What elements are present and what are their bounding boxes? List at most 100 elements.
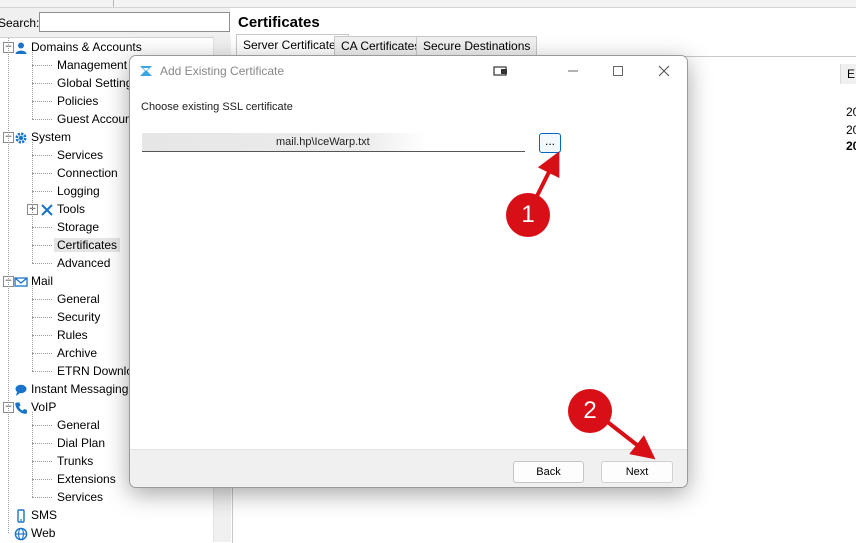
tree-item-services[interactable]: Services bbox=[57, 146, 103, 164]
tree-item-label: Domains & Accounts bbox=[31, 40, 142, 54]
tab-server-certificates[interactable]: Server Certificates bbox=[236, 34, 349, 56]
tree-connector bbox=[32, 83, 52, 84]
tree-item-label: System bbox=[31, 130, 72, 144]
tree-guide-line bbox=[32, 142, 33, 263]
tree-connector bbox=[32, 173, 52, 174]
tree-item-domains-accounts[interactable]: Domains & Accounts bbox=[14, 38, 142, 56]
tree-item-instant-messaging[interactable]: Instant Messaging bbox=[14, 380, 128, 398]
tree-item-certificates[interactable]: Certificates bbox=[54, 236, 121, 254]
phone-icon bbox=[14, 401, 28, 415]
tree-item-label: Tools bbox=[57, 202, 86, 216]
annotation-badge-1: 1 bbox=[506, 193, 550, 237]
certificate-path-field[interactable]: mail.hp\IceWarp.txt bbox=[142, 133, 525, 152]
dialog-footer: Back Next bbox=[130, 449, 687, 487]
dialog-titlebar: Add Existing Certificate bbox=[130, 56, 687, 86]
tree-connector bbox=[32, 299, 52, 300]
tree-item-label: Certificates bbox=[54, 238, 121, 252]
tree-item-label: Policies bbox=[57, 94, 99, 108]
tree-item-label: Management bbox=[57, 58, 128, 72]
tree-item-label: Logging bbox=[57, 184, 100, 198]
screen-icon[interactable] bbox=[493, 65, 509, 77]
tree-item-label: Services bbox=[57, 490, 104, 504]
tree-connector bbox=[32, 425, 52, 426]
tree-item-label: General bbox=[57, 292, 100, 306]
search-input[interactable] bbox=[39, 12, 230, 32]
tree-item-label: Global Settings bbox=[57, 76, 139, 90]
browse-button[interactable]: ... bbox=[539, 133, 561, 153]
user-icon bbox=[14, 41, 28, 55]
choose-certificate-label: Choose existing SSL certificate bbox=[141, 101, 293, 113]
column-header[interactable]: E bbox=[840, 64, 856, 84]
tree-item-label: Instant Messaging bbox=[31, 382, 129, 396]
tree-item-rules[interactable]: Rules bbox=[57, 326, 88, 344]
maximize-button[interactable] bbox=[595, 56, 641, 86]
tree-item-general[interactable]: General bbox=[57, 416, 100, 434]
tree-guide-line bbox=[32, 412, 33, 497]
gear-icon bbox=[14, 131, 28, 145]
search-label: Search: bbox=[0, 16, 40, 30]
tree-connector bbox=[32, 317, 52, 318]
list-cell: 20 bbox=[846, 123, 856, 137]
divider bbox=[113, 0, 114, 7]
mail-icon bbox=[14, 275, 28, 289]
globe-icon bbox=[14, 527, 28, 541]
tree-item-security[interactable]: Security bbox=[57, 308, 100, 326]
tree-item-connection[interactable]: Connection bbox=[57, 164, 118, 182]
tree-connector bbox=[32, 443, 52, 444]
tree-item-services[interactable]: Services bbox=[57, 488, 103, 506]
tree-connector bbox=[32, 461, 52, 462]
tree-item-archive[interactable]: Archive bbox=[57, 344, 97, 362]
tree-item-extensions[interactable]: Extensions bbox=[57, 470, 116, 488]
list-cell: 20 bbox=[846, 139, 856, 153]
tree-item-voip[interactable]: VoIP bbox=[14, 398, 56, 416]
tree-connector bbox=[32, 335, 52, 336]
tree-item-label: Rules bbox=[57, 328, 88, 342]
tree-item-dial-plan[interactable]: Dial Plan bbox=[57, 434, 105, 452]
annotation-badge-2: 2 bbox=[568, 389, 612, 433]
tree-connector bbox=[32, 245, 52, 246]
close-button[interactable] bbox=[641, 56, 687, 86]
dialog-title: Add Existing Certificate bbox=[160, 64, 285, 78]
tab-ca-certificates[interactable]: CA Certificates bbox=[334, 36, 428, 55]
minimize-button[interactable] bbox=[550, 56, 596, 86]
tree-item-web[interactable]: Web bbox=[14, 524, 55, 542]
tree-item-label: Web bbox=[31, 526, 56, 540]
tree-item-management[interactable]: Management bbox=[57, 56, 127, 74]
tree-item-label: General bbox=[57, 418, 100, 432]
tree-item-general[interactable]: General bbox=[57, 290, 100, 308]
chat-icon bbox=[14, 383, 28, 397]
tree-guide-line bbox=[32, 286, 33, 371]
tree-item-label: Advanced bbox=[57, 256, 111, 270]
window-top-strip bbox=[0, 0, 856, 8]
tree-connector bbox=[32, 479, 52, 480]
tree-item-label: Dial Plan bbox=[57, 436, 106, 450]
list-cell: 20 bbox=[846, 105, 856, 119]
tree-item-advanced[interactable]: Advanced bbox=[57, 254, 110, 272]
tree-item-policies[interactable]: Policies bbox=[57, 92, 98, 110]
tree-item-mail[interactable]: Mail bbox=[14, 272, 53, 290]
tools-icon bbox=[40, 203, 54, 217]
tree-item-trunks[interactable]: Trunks bbox=[57, 452, 93, 470]
tree-connector bbox=[32, 119, 52, 120]
tree-connector bbox=[32, 371, 52, 372]
tree-connector bbox=[32, 191, 52, 192]
icewarp-app-icon bbox=[140, 66, 152, 76]
tree-connector bbox=[32, 497, 52, 498]
tree-item-sms[interactable]: SMS bbox=[14, 506, 57, 524]
tree-connector bbox=[32, 353, 52, 354]
tab-secure-destinations[interactable]: Secure Destinations bbox=[416, 36, 538, 55]
tree-connector bbox=[32, 263, 52, 264]
back-button[interactable]: Back bbox=[513, 461, 584, 483]
tree-item-system[interactable]: System bbox=[14, 128, 71, 146]
tree-item-label: Mail bbox=[31, 274, 54, 288]
next-button[interactable]: Next bbox=[601, 461, 673, 483]
tree-item-label: VoIP bbox=[31, 400, 57, 414]
tree-item-logging[interactable]: Logging bbox=[57, 182, 100, 200]
tree-item-global-settings[interactable]: Global Settings bbox=[57, 74, 138, 92]
tree-item-label: Security bbox=[57, 310, 101, 324]
page-title: Certificates bbox=[238, 14, 320, 31]
tree-item-tools[interactable]: Tools bbox=[40, 200, 85, 218]
minimize-icon bbox=[568, 70, 578, 72]
tree-item-storage[interactable]: Storage bbox=[57, 218, 99, 236]
maximize-icon bbox=[613, 66, 623, 76]
